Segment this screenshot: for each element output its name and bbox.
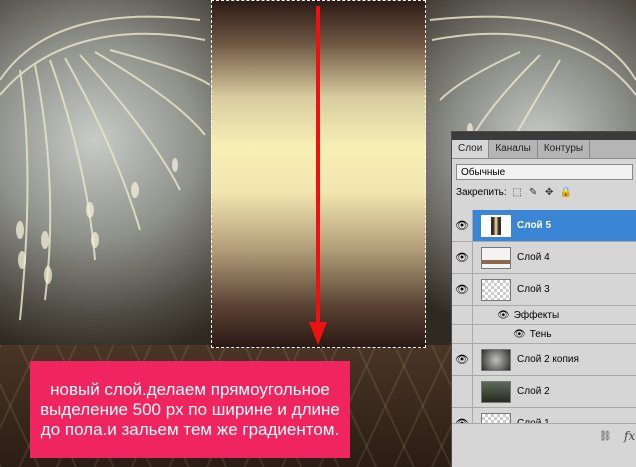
layer-thumbnail xyxy=(481,348,511,371)
fx-icon[interactable]: fx xyxy=(624,429,635,443)
shadow-label: Тень xyxy=(529,328,552,340)
layer-effects-row[interactable]: · 👁 Эффекты xyxy=(452,306,636,325)
lock-label: Закрепить: xyxy=(456,187,507,198)
layer-row-sloy-5[interactable]: 👁 Слой 5 xyxy=(452,210,636,242)
effects-content: 👁 Эффекты xyxy=(497,310,559,321)
lock-move-icon[interactable]: ✥ xyxy=(544,187,555,198)
panel-footer: ⛓ fx xyxy=(452,423,636,467)
tab-layers[interactable]: Слои xyxy=(452,140,490,158)
layer-thumbnail xyxy=(481,380,511,403)
layers-panel: Слои Каналы Контуры Обычные Закрепить: ⬚… xyxy=(451,131,636,467)
layer-name: Слой 5 xyxy=(517,220,552,231)
eye-icon[interactable]: 👁 xyxy=(452,344,473,375)
link-icon[interactable]: ⛓ xyxy=(599,431,612,442)
eye-icon[interactable]: 👁 xyxy=(452,274,473,305)
layers-list: 👁 Слой 5 👁 Слой 4 👁 Слой 3 · 👁 Эффекты xyxy=(452,210,636,440)
tab-channels[interactable]: Каналы xyxy=(489,140,538,158)
lock-all-icon[interactable]: 🔒 xyxy=(560,187,572,198)
instruction-caption: новый слой.делаем прямоугольное выделени… xyxy=(30,361,350,458)
layer-row-sloy-3[interactable]: 👁 Слой 3 xyxy=(452,274,636,306)
layer-thumbnail xyxy=(481,278,511,301)
layer-row-sloy-2-kopiya[interactable]: 👁 Слой 2 копия xyxy=(452,344,636,376)
layer-thumbnail xyxy=(481,214,511,237)
eye-placeholder: · xyxy=(452,306,473,324)
layer-name: Слой 3 xyxy=(517,284,550,295)
layer-thumbnail xyxy=(481,246,511,269)
layer-shadow-row[interactable]: · 👁 Тень xyxy=(452,325,636,344)
eye-icon[interactable]: 👁 xyxy=(452,242,473,273)
panel-tabs: Слои Каналы Контуры xyxy=(452,140,636,159)
eye-hidden-toggle[interactable]: 👁 xyxy=(452,376,473,407)
instruction-text: новый слой.делаем прямоугольное выделени… xyxy=(40,379,340,439)
lock-transparency-icon[interactable]: ⬚ xyxy=(512,187,523,198)
eye-icon[interactable]: 👁 xyxy=(497,310,510,321)
effects-label: Эффекты xyxy=(513,309,560,321)
tab-paths[interactable]: Контуры xyxy=(538,140,591,158)
layer-name: Слой 4 xyxy=(517,252,550,263)
eye-icon[interactable]: 👁 xyxy=(513,329,526,340)
lock-brush-icon[interactable]: ✎ xyxy=(528,187,539,198)
shadow-content: 👁 Тень xyxy=(513,329,552,340)
gradient-selection-rectangle[interactable] xyxy=(211,0,426,348)
layer-name: Слой 2 копия xyxy=(517,354,579,365)
eye-placeholder: · xyxy=(452,325,473,343)
blend-mode-select[interactable]: Обычные xyxy=(456,164,633,180)
panel-title-bar[interactable] xyxy=(452,132,636,140)
lock-row: Закрепить: ⬚ ✎ ✥ 🔒 xyxy=(452,180,636,202)
document-canvas[interactable]: новый слой.делаем прямоугольное выделени… xyxy=(0,0,636,467)
layer-row-sloy-4[interactable]: 👁 Слой 4 xyxy=(452,242,636,274)
layer-name: Слой 2 xyxy=(517,386,550,397)
eye-icon[interactable]: 👁 xyxy=(452,210,473,241)
layer-row-sloy-2[interactable]: 👁 Слой 2 xyxy=(452,376,636,408)
